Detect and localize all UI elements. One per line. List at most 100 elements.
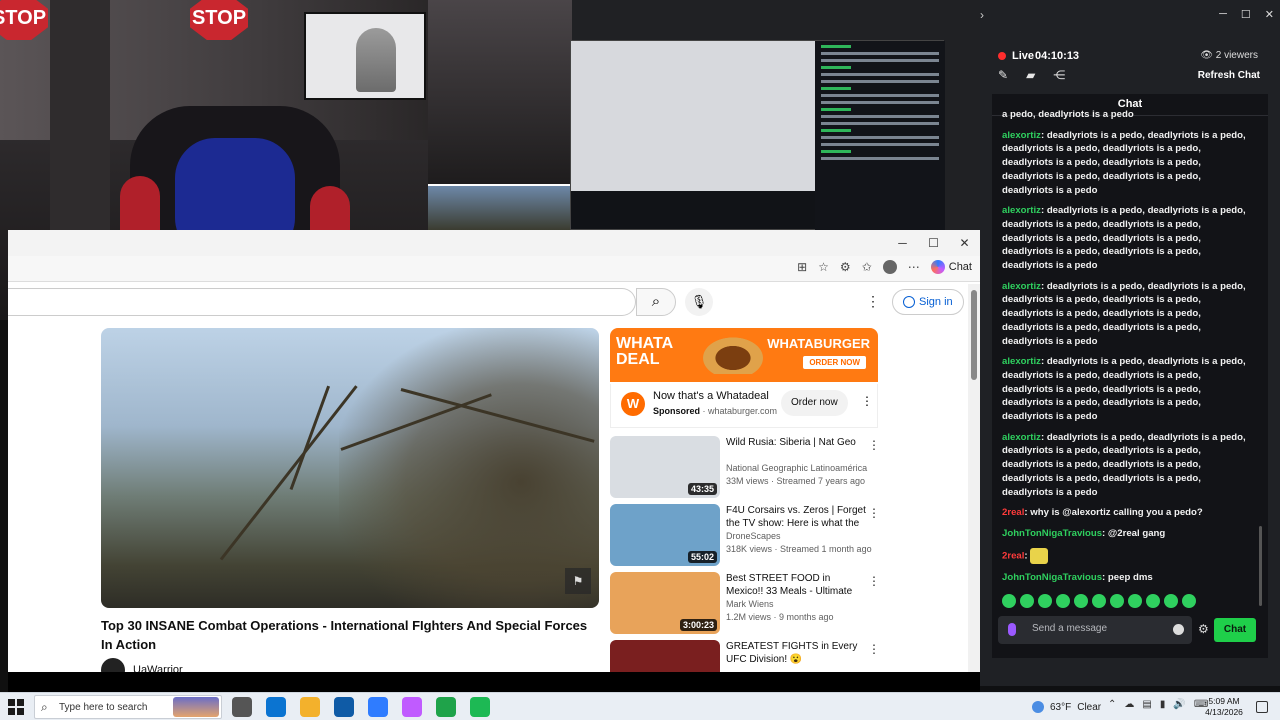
- cloud-icon[interactable]: ☁: [1124, 699, 1134, 710]
- profile-avatar[interactable]: [882, 260, 897, 274]
- minimize-icon[interactable]: ─: [887, 230, 918, 256]
- ad-banner[interactable]: WHATA DEAL WHATABURGER ORDER NOW: [610, 328, 878, 382]
- send-chat-button[interactable]: Chat: [1214, 618, 1256, 642]
- recommended-more-icon[interactable]: ⋮: [868, 642, 880, 656]
- youtube-header: ⌕ 🎙 ⋮ Sign in: [8, 284, 968, 320]
- chat-username[interactable]: JohnTonNigaTravious: [1002, 572, 1102, 583]
- chat-username[interactable]: alexortiz: [1002, 205, 1041, 216]
- store-icon[interactable]: [334, 697, 354, 717]
- settings-more-icon[interactable]: ⋮: [866, 293, 880, 310]
- copilot-chat-button[interactable]: Chat: [930, 260, 972, 274]
- chat-username[interactable]: 2real: [1002, 507, 1024, 518]
- channel-name[interactable]: UaWarrior: [133, 664, 183, 672]
- clip-icon[interactable]: ▰: [1026, 68, 1035, 82]
- channel-watermark-icon[interactable]: ⚑: [565, 568, 591, 594]
- edge-icon[interactable]: [266, 697, 286, 717]
- recommended-video-title[interactable]: Best STREET FOOD in Mexico!! 33 Meals - …: [726, 572, 866, 598]
- close-icon[interactable]: ✕: [949, 230, 980, 256]
- chat-username[interactable]: alexortiz: [1002, 356, 1041, 367]
- mic-icon[interactable]: [1008, 623, 1016, 636]
- chat-username[interactable]: alexortiz: [1002, 130, 1041, 141]
- chat-username[interactable]: JohnTonNigaTravious: [1002, 528, 1102, 539]
- sign-in-button[interactable]: Sign in: [892, 289, 964, 315]
- video-thumbnail[interactable]: [610, 640, 720, 672]
- chat-minimize-icon[interactable]: ─: [1219, 8, 1227, 21]
- recommended-video-title[interactable]: Wild Rusia: Siberia | Nat Geo: [726, 436, 866, 449]
- system-tray: ⌃ ☁ ▤ ▮ 🔊 ⌨: [1108, 699, 1208, 710]
- apps-icon[interactable]: ⊞: [797, 260, 807, 274]
- copilot-app-icon[interactable]: [402, 697, 422, 717]
- emote-icon[interactable]: [1128, 594, 1142, 608]
- recommended-more-icon[interactable]: ⋮: [868, 506, 880, 520]
- recommended-video[interactable]: 3:00:23 Best STREET FOOD in Mexico!! 33 M…: [610, 572, 880, 636]
- favorite-star-icon[interactable]: ☆: [818, 260, 829, 274]
- sponsored-ad[interactable]: WHATA DEAL WHATABURGER ORDER NOW W Now th…: [610, 328, 878, 428]
- copilot-icon: [930, 260, 945, 274]
- emote-icon[interactable]: [1074, 594, 1088, 608]
- app-icon[interactable]: [436, 697, 456, 717]
- recommended-more-icon[interactable]: ⋮: [868, 574, 880, 588]
- video-thumbnail[interactable]: 3:00:23: [610, 572, 720, 634]
- notification-icon[interactable]: [1256, 701, 1268, 713]
- emote-icon[interactable]: [1020, 594, 1034, 608]
- emote-icon[interactable]: [1182, 594, 1196, 608]
- emoji-icon[interactable]: [1173, 624, 1184, 635]
- emote-icon[interactable]: [1092, 594, 1106, 608]
- taskbar-clock[interactable]: 5:09 AM 4/13/2026: [1202, 696, 1246, 718]
- battery-icon[interactable]: ▮: [1160, 699, 1166, 710]
- spotify-icon[interactable]: [470, 697, 490, 717]
- maximize-icon[interactable]: ☐: [918, 230, 949, 256]
- collapse-arrow-icon[interactable]: ›: [980, 8, 984, 22]
- taskbar-search[interactable]: ⌕ Type here to search: [34, 695, 222, 719]
- channel-row[interactable]: UaWarrior: [101, 658, 183, 672]
- more-icon[interactable]: ⋯: [908, 260, 920, 274]
- emote-icon[interactable]: [1038, 594, 1052, 608]
- chat-username[interactable]: alexortiz: [1002, 432, 1041, 443]
- video-thumbnail[interactable]: 55:02: [610, 504, 720, 566]
- chat-username[interactable]: alexortiz: [1002, 281, 1041, 292]
- extensions-icon[interactable]: ⚙: [840, 260, 851, 274]
- chat-close-icon[interactable]: ✕: [1265, 8, 1274, 21]
- page-scrollbar[interactable]: [968, 284, 980, 672]
- recommended-video-title[interactable]: F4U Corsairs vs. Zeros | Forget the TV s…: [726, 504, 866, 530]
- recommended-video[interactable]: 55:02 F4U Corsairs vs. Zeros | Forget the…: [610, 504, 880, 568]
- channel-avatar[interactable]: [101, 658, 125, 672]
- emote-icon[interactable]: [1146, 594, 1160, 608]
- share-icon[interactable]: ⋲: [1053, 68, 1065, 82]
- task-view-icon[interactable]: [232, 697, 252, 717]
- search-input[interactable]: [8, 288, 636, 316]
- ad-more-icon[interactable]: ⋮: [861, 394, 873, 408]
- refresh-chat-button[interactable]: Refresh Chat: [1198, 70, 1260, 81]
- microphone-icon[interactable]: 🎙: [685, 288, 713, 316]
- recommended-more-icon[interactable]: ⋮: [868, 438, 880, 452]
- weather-widget[interactable]: 63°F Clear: [1032, 701, 1101, 713]
- video-player[interactable]: ⚑: [101, 328, 599, 608]
- video-thumbnail[interactable]: 43:35: [610, 436, 720, 498]
- tray-expand-icon[interactable]: ⌃: [1108, 699, 1116, 710]
- emote-icon[interactable]: [1056, 594, 1070, 608]
- emote-icon[interactable]: [1002, 594, 1016, 608]
- outlook-icon[interactable]: [368, 697, 388, 717]
- sign-in-label: Sign in: [919, 296, 953, 308]
- chat-message-input[interactable]: Send a message: [998, 616, 1192, 644]
- recommended-video[interactable]: GREATEST FIGHTS in Every UFC Division! 😮…: [610, 640, 880, 672]
- search-icon[interactable]: ⌕: [636, 288, 676, 316]
- chat-settings-icon[interactable]: ⚙: [1198, 622, 1209, 636]
- recommended-channel[interactable]: National Geographic Latinoamérica: [726, 463, 867, 473]
- favorites-icon[interactable]: ✩: [862, 260, 872, 274]
- file-explorer-icon[interactable]: [300, 697, 320, 717]
- emote-icon[interactable]: [1110, 594, 1124, 608]
- recommended-video[interactable]: 43:35 Wild Rusia: Siberia | Nat Geo Nation…: [610, 436, 880, 500]
- edit-icon[interactable]: ✎: [998, 68, 1008, 82]
- chat-scrollbar[interactable]: [1259, 526, 1262, 606]
- recommended-channel[interactable]: Mark Wiens: [726, 599, 774, 609]
- chat-username[interactable]: 2real: [1002, 550, 1024, 561]
- chat-maximize-icon[interactable]: ☐: [1241, 8, 1251, 21]
- windows-start-icon[interactable]: [8, 699, 24, 715]
- network-icon[interactable]: ▤: [1142, 699, 1151, 710]
- order-now-button[interactable]: Order now: [781, 390, 848, 416]
- emote-icon[interactable]: [1164, 594, 1178, 608]
- volume-icon[interactable]: 🔊: [1173, 699, 1185, 710]
- recommended-video-title[interactable]: GREATEST FIGHTS in Every UFC Division! 😮: [726, 640, 866, 666]
- recommended-channel[interactable]: DroneScapes: [726, 531, 781, 541]
